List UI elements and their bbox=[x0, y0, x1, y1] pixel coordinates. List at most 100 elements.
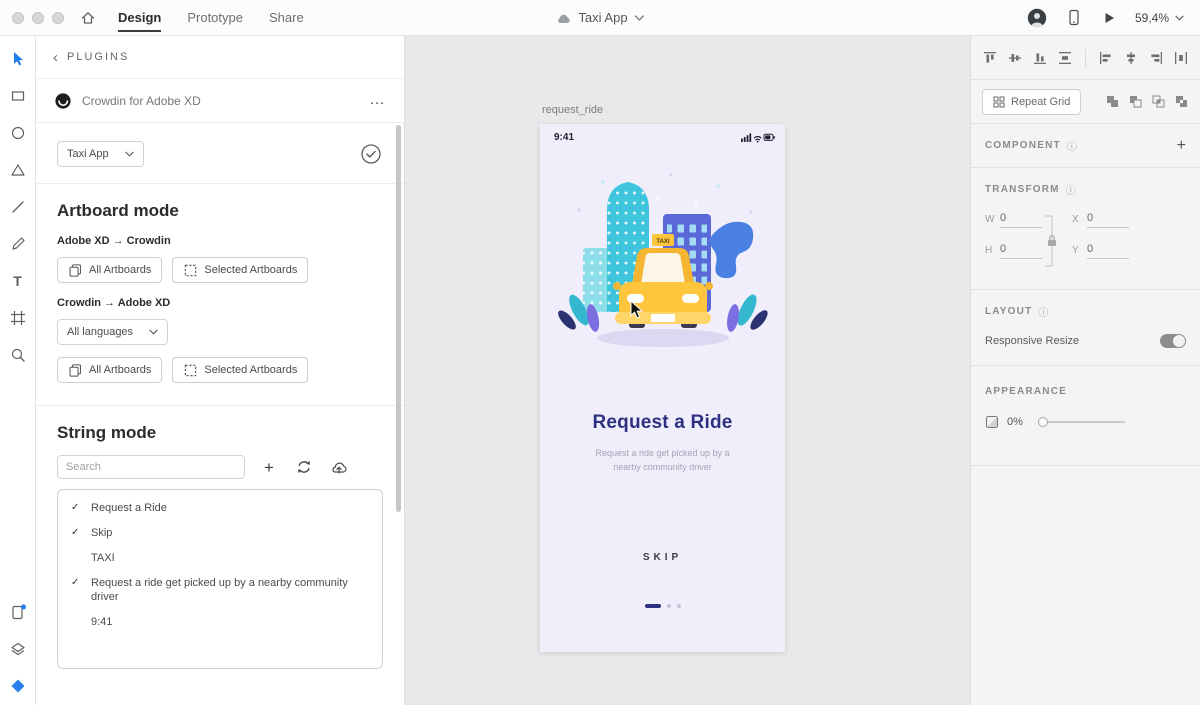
aspect-lock-icon[interactable] bbox=[1045, 215, 1059, 267]
ellipse-icon bbox=[11, 126, 24, 140]
selected-artboards-download-button[interactable]: Selected Artboards bbox=[172, 357, 309, 383]
more-options-icon[interactable]: … bbox=[369, 91, 386, 108]
language-select[interactable]: All languages bbox=[57, 319, 169, 345]
search-input[interactable] bbox=[57, 455, 245, 479]
boolean-exclude-icon[interactable] bbox=[1174, 94, 1189, 109]
minimize-window-icon[interactable] bbox=[32, 11, 44, 24]
design-canvas[interactable]: request_ride 9:41 TAXI Request a Ride Re… bbox=[405, 36, 970, 705]
info-icon[interactable]: ⓘ bbox=[1067, 138, 1077, 153]
responsive-resize-toggle[interactable] bbox=[1160, 334, 1186, 348]
component-title: COMPONENT bbox=[985, 140, 1061, 151]
screen-title: Request a Ride bbox=[592, 412, 733, 433]
string-list-item[interactable]: 9:41 bbox=[58, 610, 382, 635]
string-list-item[interactable]: ✓ Request a Ride bbox=[58, 496, 382, 521]
info-icon[interactable]: ⓘ bbox=[1038, 304, 1048, 319]
request-ride-artboard[interactable]: 9:41 TAXI Request a Ride Request a ride … bbox=[540, 124, 785, 652]
width-input[interactable] bbox=[1000, 210, 1042, 228]
opacity-slider[interactable] bbox=[1037, 417, 1125, 427]
play-preview-icon[interactable] bbox=[1101, 10, 1117, 26]
chevron-down-icon bbox=[149, 329, 158, 335]
width-label: W bbox=[985, 213, 995, 225]
artboard-name-label[interactable]: request_ride bbox=[542, 104, 603, 116]
info-icon[interactable]: ⓘ bbox=[1066, 182, 1076, 197]
align-top-icon[interactable] bbox=[982, 50, 998, 66]
text-tool[interactable]: T bbox=[9, 272, 27, 290]
home-icon bbox=[81, 11, 95, 24]
add-string-button[interactable]: + bbox=[258, 456, 280, 478]
crowdin-plugin-panel: ‹ PLUGINS Crowdin for Adobe XD … Taxi Ap… bbox=[36, 36, 405, 705]
layout-title: LAYOUT bbox=[985, 306, 1033, 317]
string-list: ✓ Request a Ride ✓ Skip TAXI ✓ Request a… bbox=[57, 489, 383, 669]
select-tool[interactable] bbox=[9, 50, 27, 68]
artboard-tool[interactable] bbox=[9, 309, 27, 327]
all-artboards-download-button[interactable]: All Artboards bbox=[57, 357, 163, 383]
maximize-window-icon[interactable] bbox=[52, 11, 64, 24]
align-right-icon[interactable] bbox=[1148, 50, 1164, 66]
line-icon bbox=[11, 201, 24, 213]
assets-icon bbox=[11, 679, 24, 693]
boolean-add-icon[interactable] bbox=[1105, 94, 1120, 109]
tab-share[interactable]: Share bbox=[269, 0, 304, 36]
line-tool[interactable] bbox=[9, 198, 27, 216]
transform-title: TRANSFORM bbox=[985, 184, 1060, 195]
chevron-down-icon bbox=[634, 14, 645, 21]
cloud-icon bbox=[558, 14, 570, 23]
repeat-grid-button[interactable]: Repeat Grid bbox=[982, 88, 1082, 115]
selected-artboards-upload-button[interactable]: Selected Artboards bbox=[172, 257, 309, 283]
align-bottom-icon[interactable] bbox=[1032, 50, 1048, 66]
zoom-level: 59,4% bbox=[1134, 10, 1169, 25]
properties-panel: Repeat Grid COMPONENT ⓘ + TRANSFORM ⓘ W … bbox=[970, 36, 1200, 705]
project-select[interactable]: Taxi App bbox=[57, 141, 144, 167]
back-chevron-icon[interactable]: ‹ bbox=[53, 50, 58, 65]
ellipse-tool[interactable] bbox=[9, 124, 27, 142]
zoom-control[interactable]: 59,4% bbox=[1135, 11, 1184, 25]
y-input[interactable] bbox=[1087, 241, 1129, 259]
polygon-tool[interactable] bbox=[9, 161, 27, 179]
align-left-icon[interactable] bbox=[1098, 50, 1114, 66]
account-avatar[interactable] bbox=[1027, 8, 1047, 28]
sync-strings-button[interactable] bbox=[293, 456, 315, 478]
chevron-down-icon bbox=[124, 151, 134, 157]
refresh-icon bbox=[298, 460, 310, 474]
skip-button[interactable]: SKIP bbox=[540, 552, 785, 563]
distribute-horizontal-icon[interactable] bbox=[1173, 50, 1189, 66]
close-window-icon[interactable] bbox=[12, 11, 24, 24]
distribute-vertical-icon[interactable] bbox=[1057, 50, 1073, 66]
pen-tool[interactable] bbox=[9, 235, 27, 253]
upload-strings-button[interactable] bbox=[328, 456, 350, 478]
page-dot-active bbox=[644, 604, 661, 608]
x-input[interactable] bbox=[1087, 210, 1129, 228]
grid-icon bbox=[993, 96, 1005, 107]
polygon-icon bbox=[10, 164, 25, 176]
document-selector[interactable]: Taxi App bbox=[555, 10, 645, 25]
plugins-icon bbox=[11, 604, 26, 619]
transform-section: TRANSFORM ⓘ W X H Y bbox=[971, 168, 1200, 290]
home-button[interactable] bbox=[80, 10, 96, 26]
boolean-subtract-icon[interactable] bbox=[1128, 94, 1143, 109]
crowdin-logo-icon bbox=[55, 92, 71, 109]
assets-panel-button[interactable] bbox=[9, 677, 27, 695]
plugin-panel-header[interactable]: ‹ PLUGINS bbox=[36, 36, 404, 79]
window-controls[interactable] bbox=[12, 11, 64, 24]
layers-panel-button[interactable] bbox=[9, 640, 27, 658]
height-input[interactable] bbox=[1000, 241, 1042, 259]
align-center-icon[interactable] bbox=[1123, 50, 1139, 66]
opacity-slider-knob[interactable] bbox=[1037, 417, 1048, 427]
rectangle-tool[interactable] bbox=[9, 87, 27, 105]
string-list-item[interactable]: ✓ Request a ride get picked up by a near… bbox=[58, 571, 382, 611]
tab-design[interactable]: Design bbox=[118, 0, 162, 36]
string-list-item[interactable]: ✓ Skip bbox=[58, 521, 382, 546]
boolean-intersect-icon[interactable] bbox=[1151, 94, 1166, 109]
screen-subtitle: Request a ride get picked up by a nearby… bbox=[595, 448, 730, 473]
all-artboards-upload-button[interactable]: All Artboards bbox=[57, 257, 163, 283]
panel-scrollbar[interactable] bbox=[396, 125, 401, 512]
device-preview-icon[interactable] bbox=[1065, 9, 1083, 27]
align-middle-icon[interactable] bbox=[1007, 50, 1023, 66]
tab-prototype[interactable]: Prototype bbox=[187, 0, 243, 36]
tools-toolbar: T bbox=[0, 36, 36, 705]
confirm-check-button[interactable] bbox=[359, 142, 383, 166]
zoom-tool[interactable] bbox=[9, 346, 27, 364]
plugins-panel-button[interactable] bbox=[9, 603, 27, 621]
string-list-item[interactable]: TAXI bbox=[58, 546, 382, 571]
add-component-button[interactable]: + bbox=[1177, 137, 1186, 155]
